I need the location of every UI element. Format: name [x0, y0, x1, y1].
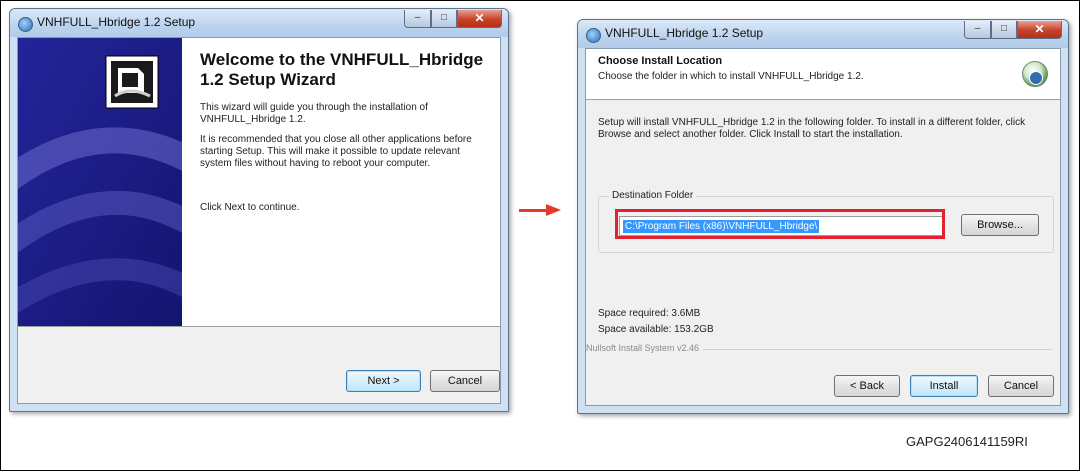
close-button[interactable]: ✕: [1017, 21, 1062, 39]
window-controls: – □ ✕: [404, 10, 502, 28]
space-required: Space required: 3.6MB: [598, 308, 701, 319]
window-controls: – □ ✕: [964, 21, 1062, 39]
download-arrow-icon: [1029, 71, 1043, 85]
window-title: VNHFULL_Hbridge 1.2 Setup: [37, 15, 196, 29]
wizard-client: Choose Install Location Choose the folde…: [585, 48, 1061, 406]
wizard-sidebar: [18, 38, 182, 326]
maximize-button[interactable]: □: [431, 10, 457, 28]
destination-folder-group: Destination Folder C:\Program Files (x86…: [598, 190, 1054, 253]
nsis-branding: Nullsoft Install System v2.46: [586, 343, 704, 353]
header-divider: [586, 99, 1060, 100]
flow-arrow-head: [546, 204, 561, 216]
installer-icon: [586, 28, 601, 43]
continue-text: Click Next to continue.: [200, 202, 300, 213]
page-subtitle: Choose the folder in which to install VN…: [598, 71, 864, 82]
install-info-text: Setup will install VNHFULL_Hbridge 1.2 i…: [598, 117, 1026, 140]
highlight-box: [615, 209, 945, 239]
page-title: Choose Install Location: [598, 55, 723, 67]
intro-text: This wizard will guide you through the i…: [200, 102, 428, 125]
sidebar-graphic: [18, 38, 182, 326]
maximize-button[interactable]: □: [991, 21, 1017, 39]
welcome-panel: Welcome to the VNHFULL_Hbridge 1.2 Setup…: [182, 38, 500, 326]
recommendation-text: It is recommended that you close all oth…: [200, 134, 472, 169]
wizard-client: Welcome to the VNHFULL_Hbridge 1.2 Setup…: [17, 37, 501, 404]
close-button[interactable]: ✕: [457, 10, 502, 28]
space-available: Space available: 153.2GB: [598, 324, 714, 335]
cancel-button[interactable]: Cancel: [988, 375, 1054, 397]
minimize-button[interactable]: –: [964, 21, 991, 39]
next-button[interactable]: Next >: [346, 370, 421, 392]
install-button[interactable]: Install: [910, 375, 978, 397]
setup-welcome-window: VNHFULL_Hbridge 1.2 Setup – □ ✕ Welcome …: [9, 8, 509, 412]
footer-divider: [18, 326, 500, 327]
welcome-heading: Welcome to the VNHFULL_Hbridge 1.2 Setup…: [200, 50, 484, 89]
browse-button[interactable]: Browse...: [961, 214, 1039, 236]
page-header: Choose Install Location Choose the folde…: [586, 49, 1060, 99]
back-button[interactable]: < Back: [834, 375, 900, 397]
window-title: VNHFULL_Hbridge 1.2 Setup: [605, 26, 764, 40]
setup-location-window: VNHFULL_Hbridge 1.2 Setup – □ ✕ Choose I…: [577, 19, 1069, 414]
title-bar: VNHFULL_Hbridge 1.2 Setup – □ ✕: [10, 9, 508, 37]
title-bar: VNHFULL_Hbridge 1.2 Setup – □ ✕: [578, 20, 1068, 48]
cancel-button[interactable]: Cancel: [430, 370, 500, 392]
destination-folder-label: Destination Folder: [609, 190, 697, 201]
installer-logo-icon: [105, 55, 159, 109]
installer-icon: [18, 17, 33, 32]
figure-code: GAPG2406141159RI: [906, 434, 1028, 449]
flow-arrow-shaft: [519, 209, 549, 212]
minimize-button[interactable]: –: [404, 10, 431, 28]
